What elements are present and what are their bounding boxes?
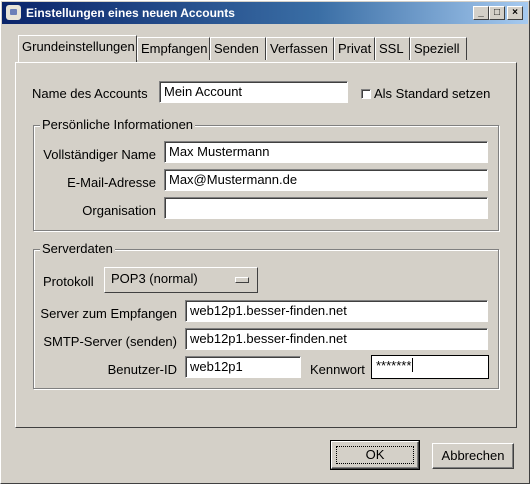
tab-privat[interactable]: Privat	[334, 37, 375, 60]
ok-button[interactable]: OK	[330, 440, 420, 470]
server-data-group-title: Serverdaten	[40, 241, 115, 256]
protocol-select[interactable]: POP3 (normal)	[104, 267, 258, 293]
default-checkbox-label[interactable]: Als Standard setzen	[374, 86, 490, 101]
tab-verfassen[interactable]: Verfassen	[266, 37, 334, 60]
personal-info-group-title: Persönliche Informationen	[40, 117, 196, 132]
organisation-field[interactable]	[164, 197, 488, 219]
smtp-server-label: SMTP-Server (senden)	[43, 334, 177, 349]
minimize-button[interactable]: _	[473, 6, 489, 20]
fullname-field[interactable]: Max Mustermann	[164, 141, 488, 163]
window-title: Einstellungen eines neuen Accounts	[26, 6, 235, 20]
incoming-server-field[interactable]: web12p1.besser-finden.net	[185, 300, 488, 322]
organisation-label: Organisation	[82, 203, 156, 218]
tab-senden[interactable]: Senden	[210, 37, 266, 60]
account-name-label: Name des Accounts	[32, 86, 148, 101]
incoming-server-label: Server zum Empfangen	[40, 306, 177, 321]
protocol-label: Protokoll	[43, 274, 94, 289]
tab-grundeinstellungen[interactable]: Grundeinstellungen	[18, 35, 137, 62]
tab-empfangen[interactable]: Empfangen	[137, 37, 210, 60]
smtp-server-field[interactable]: web12p1.besser-finden.net	[185, 328, 488, 350]
default-checkbox[interactable]	[361, 89, 371, 99]
maximize-button[interactable]: □	[489, 6, 505, 20]
cancel-button[interactable]: Abbrechen	[432, 443, 514, 469]
account-name-field[interactable]: Mein Account	[159, 81, 348, 103]
password-field[interactable]: *******	[371, 355, 489, 379]
user-id-label: Benutzer-ID	[107, 362, 177, 377]
password-label: Kennwort	[310, 362, 365, 377]
protocol-select-value: POP3 (normal)	[111, 271, 198, 286]
user-id-field[interactable]: web12p1	[185, 356, 301, 378]
tab-speziell[interactable]: Speziell	[410, 37, 467, 60]
tab-ssl[interactable]: SSL	[375, 37, 410, 60]
close-button[interactable]: ×	[507, 6, 523, 20]
dropdown-indicator-icon	[235, 277, 249, 283]
text-caret	[412, 358, 414, 372]
app-icon	[6, 5, 21, 20]
email-label: E-Mail-Adresse	[67, 175, 156, 190]
fullname-label: Vollständiger Name	[43, 147, 156, 162]
settings-dialog: Einstellungen eines neuen Accounts _ □ ×…	[0, 0, 530, 484]
focus-ring	[336, 446, 414, 464]
title-bar[interactable]: Einstellungen eines neuen Accounts _ □ ×	[2, 2, 528, 24]
email-field[interactable]: Max@Mustermann.de	[164, 169, 488, 191]
password-value: *******	[376, 358, 412, 373]
